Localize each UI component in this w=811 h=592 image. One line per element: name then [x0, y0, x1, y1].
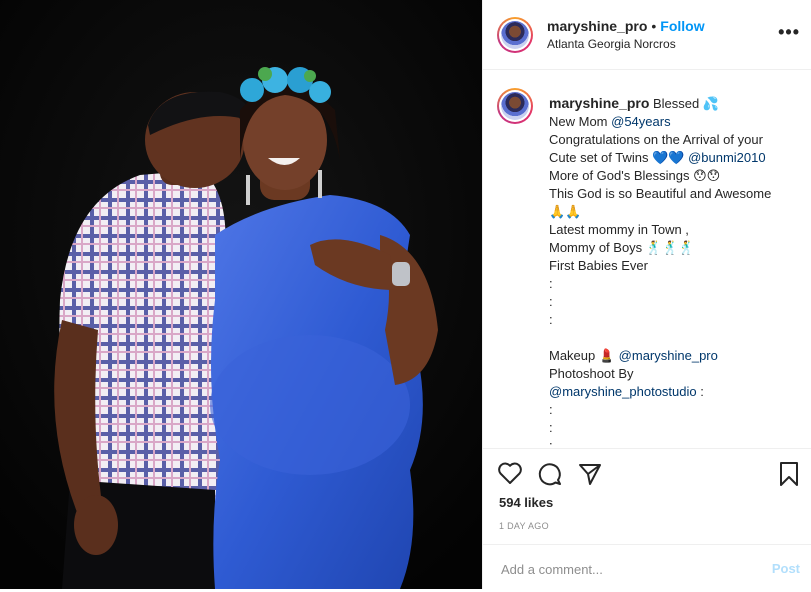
heart-icon[interactable]: [497, 461, 523, 490]
caption-line: Makeup 💄 @maryshine_pro: [549, 348, 718, 363]
bookmark-icon[interactable]: [778, 461, 800, 492]
caption-line: Latest mommy in Town ,: [549, 222, 689, 237]
share-icon[interactable]: [577, 461, 603, 492]
caption-text: maryshine_pro Blessed 💦 New Mom @54years…: [549, 94, 799, 448]
caption-line: New Mom @54years: [549, 114, 671, 129]
caption-line: Photoshoot By: [549, 366, 634, 381]
caption-line: [549, 329, 799, 347]
caption-line: :: [549, 312, 553, 327]
comment-icon[interactable]: [537, 461, 563, 492]
caption-line: :: [549, 276, 553, 291]
caption-area: maryshine_pro Blessed 💦 New Mom @54years…: [483, 70, 811, 448]
caption-avatar[interactable]: [497, 88, 533, 124]
likes-count[interactable]: 594 likes: [499, 495, 553, 510]
caption-line: Mommy of Boys 🕺🕺🕺: [549, 240, 695, 255]
caption-line: :: [549, 402, 553, 417]
post-actions: 594 likes 1 DAY AGO Post: [483, 448, 811, 589]
caption-line: maryshine_pro Blessed 💦: [549, 95, 720, 111]
location-link[interactable]: Atlanta Georgia Norcros: [547, 37, 676, 51]
more-options-icon[interactable]: •••: [778, 22, 800, 43]
mention-link[interactable]: @bunmi2010: [688, 150, 766, 165]
caption-line: :: [549, 438, 553, 448]
follow-button[interactable]: Follow: [660, 18, 704, 34]
caption-line: 🙏🙏: [549, 204, 582, 219]
caption-line: :: [549, 420, 553, 435]
post-header: maryshine_pro • Follow Atlanta Georgia Nor…: [483, 0, 811, 70]
comment-input[interactable]: [499, 555, 753, 583]
mention-link[interactable]: @maryshine_pro: [619, 348, 718, 363]
separator-dot: •: [651, 18, 657, 34]
couple-photo: [0, 0, 482, 589]
post-side-panel: maryshine_pro • Follow Atlanta Georgia Nor…: [482, 0, 811, 589]
caption-line: @maryshine_photostudio :: [549, 384, 704, 399]
post-timestamp: 1 DAY AGO: [499, 521, 549, 531]
mention-link[interactable]: @54years: [611, 114, 670, 129]
caption-line: More of God's Blessings 😯😯: [549, 168, 721, 183]
author-username[interactable]: maryshine_pro: [547, 18, 647, 34]
caption-line: First Babies Ever: [549, 258, 648, 273]
comment-row: Post: [483, 544, 811, 592]
caption-line: :: [549, 294, 553, 309]
caption-line: This God is so Beautiful and Awesome: [549, 186, 772, 201]
author-avatar[interactable]: [497, 17, 533, 53]
mention-link[interactable]: @maryshine_photostudio: [549, 384, 697, 399]
post-comment-button[interactable]: Post: [772, 561, 800, 576]
caption-line: Congratulations on the Arrival of your: [549, 132, 763, 147]
post-photo[interactable]: [0, 0, 482, 589]
caption-username[interactable]: maryshine_pro: [549, 95, 649, 111]
caption-line: Cute set of Twins 💙💙 @bunmi2010: [549, 150, 766, 165]
